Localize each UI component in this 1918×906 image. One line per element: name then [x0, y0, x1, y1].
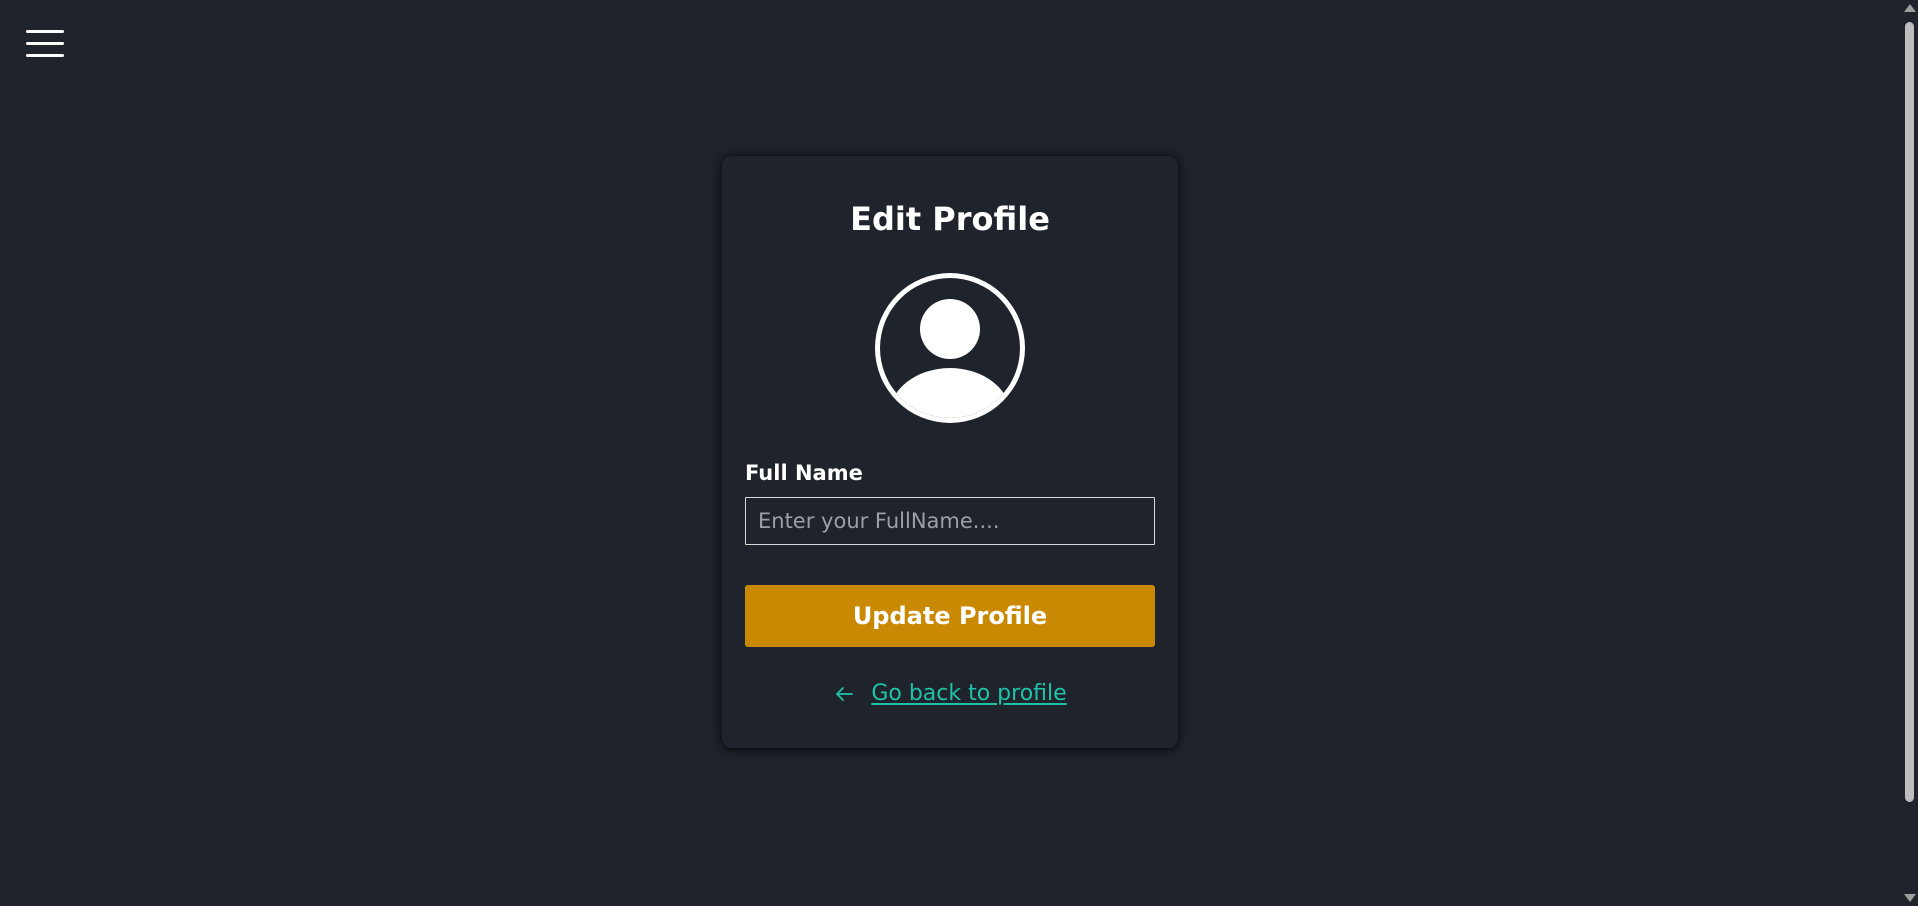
update-profile-button[interactable]: Update Profile	[745, 585, 1155, 647]
hamburger-menu-icon[interactable]	[26, 30, 64, 58]
user-circle-icon	[875, 273, 1025, 423]
menu-bar-top	[26, 30, 64, 33]
vertical-scrollbar[interactable]	[1900, 0, 1918, 906]
full-name-input[interactable]	[745, 497, 1155, 545]
menu-bar-middle	[26, 42, 64, 45]
go-back-to-profile-link[interactable]: Go back to profile	[722, 681, 1178, 706]
scroll-down-arrow-icon[interactable]	[1904, 894, 1916, 902]
full-name-label: Full Name	[745, 461, 863, 485]
menu-bar-bottom	[26, 54, 64, 57]
go-back-link-text[interactable]: Go back to profile	[871, 681, 1066, 706]
page: Edit Profile Full Name Update Profile Go…	[0, 0, 1918, 906]
page-title: Edit Profile	[850, 200, 1050, 238]
scroll-up-arrow-icon[interactable]	[1904, 4, 1916, 12]
scroll-thumb[interactable]	[1905, 22, 1914, 802]
arrow-left-icon	[836, 686, 854, 701]
edit-profile-card: Edit Profile Full Name Update Profile Go…	[722, 156, 1178, 748]
